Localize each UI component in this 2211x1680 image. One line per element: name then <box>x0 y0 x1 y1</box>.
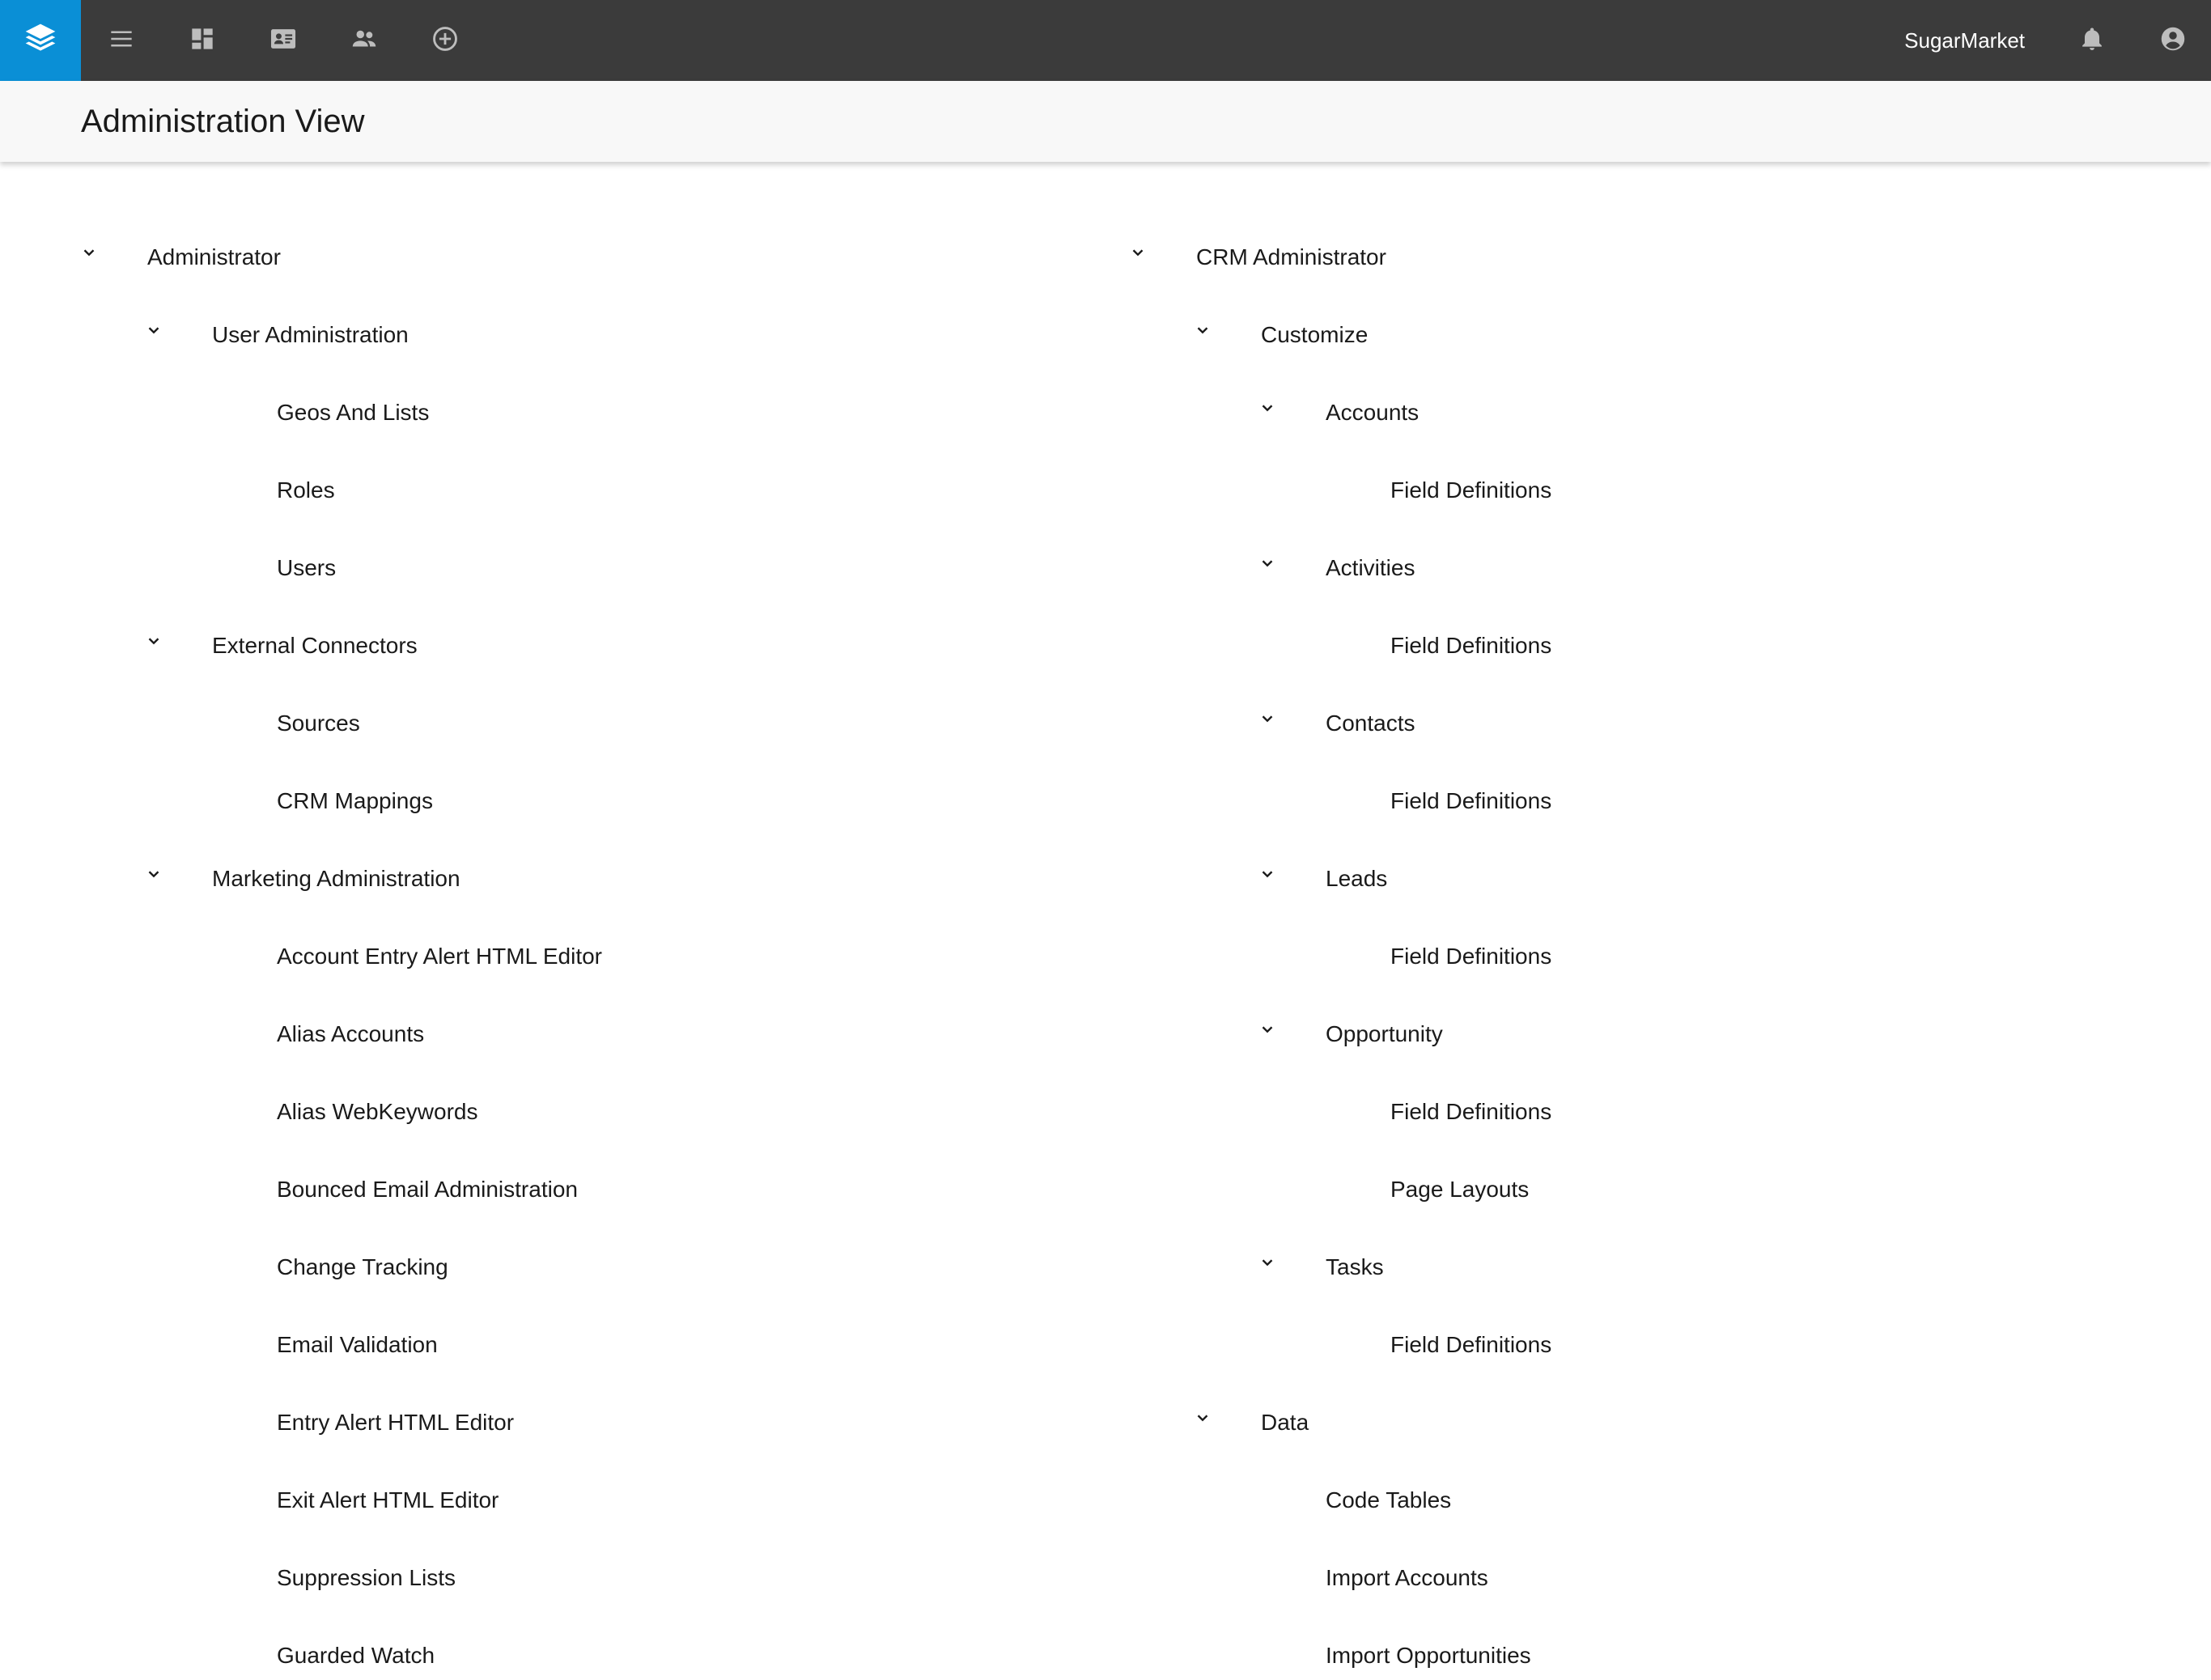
tree-node-accounts[interactable]: Accounts <box>1326 388 1419 437</box>
tree-leaf-crm-mappings[interactable]: CRM Mappings <box>277 777 433 825</box>
account-button[interactable] <box>2153 20 2193 61</box>
chevron-down-icon <box>1194 321 1212 343</box>
tree-leaf-guarded-watch[interactable]: Guarded Watch <box>277 1631 435 1680</box>
tree-leaf-roles[interactable]: Roles <box>277 466 335 515</box>
chevron-down-icon <box>145 865 163 887</box>
tree-leaf-exit-alert-html-editor[interactable]: Exit Alert HTML Editor <box>277 1476 499 1525</box>
tree-node-marketing-administration[interactable]: Marketing Administration <box>212 855 460 903</box>
expand-toggle[interactable] <box>1255 708 1279 732</box>
tree-leaf-field-definitions[interactable]: Field Definitions <box>1390 622 1551 670</box>
tree-node-contacts[interactable]: Contacts <box>1326 699 1415 748</box>
tree-node-activities[interactable]: Activities <box>1326 544 1415 592</box>
contact-card-icon <box>268 23 299 58</box>
tree-node-external-connectors[interactable]: External Connectors <box>212 622 418 670</box>
chevron-down-icon <box>1258 710 1276 732</box>
people-button[interactable] <box>344 20 384 61</box>
organization-name-link[interactable]: SugarMarket <box>1904 0 2025 81</box>
menu-icon <box>106 23 137 58</box>
tree-leaf-entry-alert-html-editor[interactable]: Entry Alert HTML Editor <box>277 1398 514 1447</box>
page-title: Administration View <box>81 103 365 139</box>
tree-leaf-change-tracking[interactable]: Change Tracking <box>277 1243 448 1292</box>
tree-node-opportunity[interactable]: Opportunity <box>1326 1010 1443 1058</box>
tree-leaf-field-definitions[interactable]: Field Definitions <box>1390 1321 1551 1369</box>
expand-toggle[interactable] <box>142 320 166 344</box>
dashboard-button[interactable] <box>182 20 223 61</box>
expand-toggle[interactable] <box>1255 1252 1279 1276</box>
tree-leaf-alias-webkeywords[interactable]: Alias WebKeywords <box>277 1088 477 1136</box>
app-logo-button[interactable] <box>0 0 81 81</box>
tree-leaf-page-layouts[interactable]: Page Layouts <box>1390 1165 1529 1214</box>
tree-leaf-sources[interactable]: Sources <box>277 699 360 748</box>
chevron-down-icon <box>1258 554 1276 576</box>
tree-leaf-code-tables[interactable]: Code Tables <box>1326 1476 1451 1525</box>
stack-logo-icon <box>23 21 58 61</box>
expand-toggle[interactable] <box>1255 553 1279 577</box>
page-header: Administration View <box>0 81 2211 162</box>
tree-leaf-field-definitions[interactable]: Field Definitions <box>1390 777 1551 825</box>
people-icon <box>349 23 380 58</box>
tree-node-crm-administrator[interactable]: CRM Administrator <box>1196 233 1386 282</box>
tree-leaf-alias-accounts[interactable]: Alias Accounts <box>277 1010 424 1058</box>
expand-toggle[interactable] <box>77 242 101 266</box>
tree-leaf-field-definitions[interactable]: Field Definitions <box>1390 932 1551 981</box>
expand-toggle[interactable] <box>1126 242 1150 266</box>
bell-icon <box>2077 23 2107 58</box>
chevron-down-icon <box>1129 244 1147 265</box>
tree-node-customize[interactable]: Customize <box>1261 311 1368 359</box>
account-circle-icon <box>2158 23 2188 58</box>
expand-toggle[interactable] <box>1190 1407 1215 1432</box>
chevron-down-icon <box>1258 399 1276 421</box>
chevron-down-icon <box>145 632 163 654</box>
tree-leaf-field-definitions[interactable]: Field Definitions <box>1390 466 1551 515</box>
tree-node-administrator[interactable]: Administrator <box>147 233 281 282</box>
tree-leaf-bounced-email-administration[interactable]: Bounced Email Administration <box>277 1165 578 1214</box>
tree-leaf-geos-and-lists[interactable]: Geos And Lists <box>277 388 429 437</box>
chevron-down-icon <box>145 321 163 343</box>
tree-node-user-administration[interactable]: User Administration <box>212 311 409 359</box>
chevron-down-icon <box>1258 1020 1276 1042</box>
expand-toggle[interactable] <box>1255 397 1279 422</box>
tree-node-leads[interactable]: Leads <box>1326 855 1387 903</box>
add-button[interactable] <box>425 20 465 61</box>
tree-leaf-users[interactable]: Users <box>277 544 336 592</box>
chevron-down-icon <box>80 244 98 265</box>
top-app-bar: SugarMarket <box>0 0 2211 81</box>
tree-leaf-suppression-lists[interactable]: Suppression Lists <box>277 1554 456 1602</box>
tree-leaf-field-definitions[interactable]: Field Definitions <box>1390 1088 1551 1136</box>
expand-toggle[interactable] <box>1190 320 1215 344</box>
dashboard-icon <box>187 23 218 58</box>
expand-toggle[interactable] <box>142 863 166 888</box>
tree-node-data[interactable]: Data <box>1261 1398 1309 1447</box>
chevron-down-icon <box>1258 1254 1276 1275</box>
tree-leaf-import-accounts[interactable]: Import Accounts <box>1326 1554 1488 1602</box>
expand-toggle[interactable] <box>1255 1019 1279 1043</box>
tree-leaf-account-entry-alert-html-editor[interactable]: Account Entry Alert HTML Editor <box>277 932 602 981</box>
expand-toggle[interactable] <box>1255 863 1279 888</box>
notifications-button[interactable] <box>2072 20 2112 61</box>
menu-button[interactable] <box>101 20 142 61</box>
contacts-button[interactable] <box>263 20 303 61</box>
expand-toggle[interactable] <box>142 630 166 655</box>
add-circle-icon <box>430 23 460 58</box>
chevron-down-icon <box>1258 865 1276 887</box>
tree-leaf-import-opportunities[interactable]: Import Opportunities <box>1326 1631 1531 1680</box>
chevron-down-icon <box>1194 1409 1212 1431</box>
tree-leaf-email-validation[interactable]: Email Validation <box>277 1321 438 1369</box>
tree-node-tasks[interactable]: Tasks <box>1326 1243 1384 1292</box>
